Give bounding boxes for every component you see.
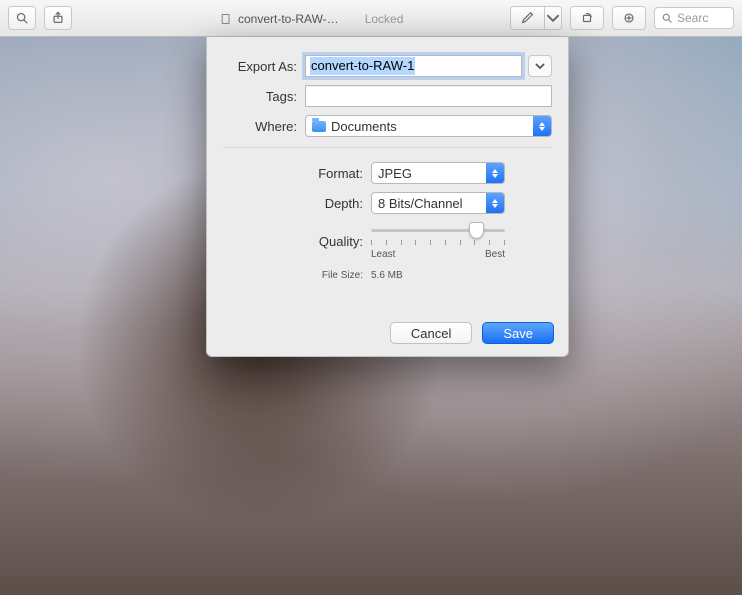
stepper-icon — [486, 163, 504, 183]
document-icon — [220, 13, 232, 25]
magnifier-icon — [15, 11, 29, 25]
where-label: Where: — [223, 119, 297, 134]
tags-field[interactable] — [305, 85, 552, 107]
format-value: JPEG — [378, 166, 486, 181]
stepper-icon — [486, 193, 504, 213]
save-button[interactable]: Save — [482, 322, 554, 344]
export-as-field[interactable]: convert-to-RAW-1 — [305, 55, 522, 77]
where-popup[interactable]: Documents — [305, 115, 552, 137]
search-placeholder: Searc — [677, 11, 708, 25]
toolbar: Searc convert-to-RAW-… Locked — [0, 0, 742, 37]
cancel-button[interactable]: Cancel — [390, 322, 472, 344]
slider-labels: Least Best — [371, 249, 505, 260]
rotate-icon — [580, 11, 594, 25]
quality-label: Quality: — [223, 234, 363, 249]
quality-slider[interactable] — [371, 224, 505, 238]
slider-knob[interactable] — [469, 222, 484, 239]
markup-button[interactable] — [510, 6, 544, 30]
filesize-label: File Size: — [223, 270, 363, 281]
depth-label: Depth: — [223, 196, 363, 211]
chevron-down-icon — [546, 11, 560, 25]
export-as-value: convert-to-RAW-1 — [310, 57, 415, 75]
pencil-icon — [521, 11, 535, 25]
quality-least-label: Least — [371, 249, 395, 260]
quality-best-label: Best — [485, 249, 505, 260]
marker-icon — [622, 11, 636, 25]
locked-indicator: Locked — [365, 12, 404, 26]
export-dialog: Export As: convert-to-RAW-1 Tags: Where:… — [206, 37, 569, 357]
window-title-area: convert-to-RAW-… Locked — [220, 0, 412, 37]
chevron-down-icon — [535, 61, 545, 71]
filesize-value: 5.6 MB — [371, 270, 403, 281]
markup-group — [510, 6, 562, 30]
highlight-button[interactable] — [612, 6, 646, 30]
save-button-label: Save — [503, 326, 533, 341]
search-field[interactable]: Searc — [654, 7, 734, 29]
format-label: Format: — [223, 166, 363, 181]
title-fragment: convert-to-RAW-… — [238, 12, 339, 26]
folder-icon — [312, 121, 326, 132]
expand-save-panel-button[interactable] — [528, 55, 552, 77]
quality-slider-wrap: Least Best — [371, 222, 552, 260]
search-icon — [661, 12, 673, 24]
where-value: Documents — [331, 119, 533, 134]
share-button[interactable] — [44, 6, 72, 30]
depth-popup[interactable]: 8 Bits/Channel — [371, 192, 505, 214]
tags-label: Tags: — [223, 89, 297, 104]
slider-ticks — [371, 240, 505, 246]
markup-menu-button[interactable] — [544, 6, 562, 30]
rotate-button[interactable] — [570, 6, 604, 30]
share-icon — [51, 11, 65, 25]
stepper-icon — [533, 116, 551, 136]
zoom-button[interactable] — [8, 6, 36, 30]
cancel-button-label: Cancel — [411, 326, 451, 341]
divider — [223, 147, 552, 148]
export-as-label: Export As: — [223, 59, 297, 74]
format-popup[interactable]: JPEG — [371, 162, 505, 184]
depth-value: 8 Bits/Channel — [378, 196, 486, 211]
